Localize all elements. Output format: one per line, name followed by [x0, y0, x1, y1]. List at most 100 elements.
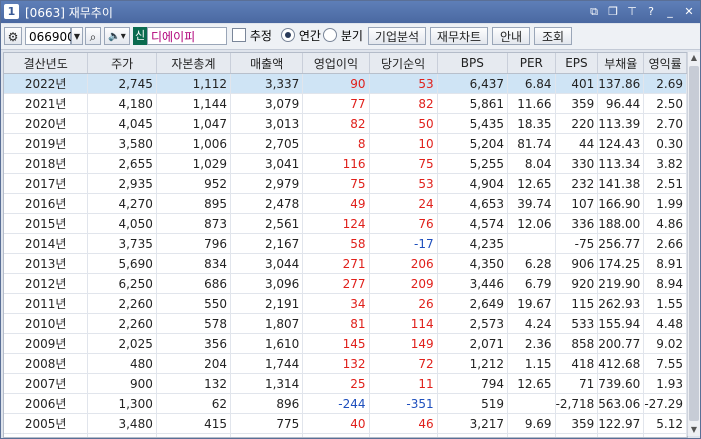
search-icon[interactable]: ⌕: [85, 27, 101, 45]
quarter-radio[interactable]: 분기: [323, 27, 363, 45]
pin-icon[interactable]: ⊤: [625, 4, 639, 19]
year-cell: 2016년: [4, 193, 89, 214]
table-cell: 900: [87, 373, 157, 394]
table-cell: 232: [555, 173, 599, 194]
vertical-scrollbar[interactable]: ▲ ▼: [687, 52, 700, 436]
column-header[interactable]: EPS: [555, 53, 599, 74]
code-dropdown-arrow-icon[interactable]: ▼: [71, 27, 83, 45]
table-cell: 11.66: [507, 93, 556, 114]
table-cell: [507, 233, 556, 254]
table-cell: 2.66: [643, 233, 687, 254]
table-cell: 174.25: [597, 253, 645, 274]
table-row[interactable]: 2017년 2,935 952 2,979 75 53 4,904 12.65 232 141.3…: [4, 173, 687, 194]
column-header[interactable]: BPS: [437, 53, 509, 74]
table-cell: 209: [369, 273, 438, 294]
annual-radio-dot[interactable]: [281, 28, 295, 42]
column-header[interactable]: 매출액: [230, 53, 304, 74]
year-cell: 2010년: [4, 313, 89, 334]
table-row[interactable]: 2022년 2,745 1,112 3,337 90 53 6,437 6.84 401 137.…: [4, 73, 687, 94]
query-button[interactable]: 조회: [534, 27, 572, 45]
table-row[interactable]: 2007년 900 132 1,314 25 11 794 12.65 71 739.60 1.93: [4, 373, 687, 394]
column-header[interactable]: 영익률: [643, 53, 687, 74]
table-row[interactable]: 2020년 4,045 1,047 3,013 82 50 5,435 18.35 220 113…: [4, 113, 687, 134]
stock-name-field: 디에이피: [147, 27, 227, 45]
close-icon[interactable]: ✕: [682, 4, 696, 19]
year-cell: 2022년: [4, 73, 89, 94]
table-row[interactable]: 2018년 2,655 1,029 3,041 116 75 5,255 8.04 330 113…: [4, 153, 687, 174]
table-cell: 3,580: [87, 133, 157, 154]
table-cell: 1,300: [87, 393, 157, 414]
annual-radio[interactable]: 연간: [281, 27, 327, 45]
sound-icon[interactable]: 🔈▾: [104, 27, 130, 45]
table-row[interactable]: 2012년 6,250 686 3,096 277 209 3,446 6.79 920 219.…: [4, 273, 687, 294]
table-cell: 262.93: [597, 293, 645, 314]
table-row[interactable]: 2013년 5,690 834 3,044 271 206 4,350 6.28 906 174.…: [4, 253, 687, 274]
year-cell: 2012년: [4, 273, 89, 294]
table-cell: 550: [156, 293, 232, 314]
table-cell: 2,025: [87, 333, 157, 354]
scroll-down-arrow-icon[interactable]: ▼: [688, 424, 700, 436]
estimate-checkbox-box[interactable]: [232, 28, 246, 42]
table-cell: 188.00: [597, 213, 645, 234]
table-row[interactable]: 2004년2,65037267177792,8863.8668682.4311.…: [4, 433, 687, 437]
table-cell: 58: [302, 233, 370, 254]
guide-button[interactable]: 안내: [492, 27, 530, 45]
scroll-up-arrow-icon[interactable]: ▲: [688, 52, 700, 64]
table-cell: 401: [555, 73, 599, 94]
company-analysis-button[interactable]: 기업분석: [368, 27, 426, 45]
stock-code-input[interactable]: 066900: [25, 27, 75, 45]
table-row[interactable]: 2006년 1,300 62 896 -244 -351 519 -2,718 563.06 -2…: [4, 393, 687, 414]
table-cell: 96.44: [597, 93, 645, 114]
minimize-icon[interactable]: _: [663, 4, 677, 19]
table-cell: 480: [87, 353, 157, 374]
table-cell: -351: [369, 393, 438, 414]
estimate-checkbox[interactable]: 추정: [232, 27, 274, 45]
link-window-icon[interactable]: ⧉: [587, 4, 601, 19]
restore-icon[interactable]: ❐: [606, 4, 620, 19]
table-cell: 1,029: [156, 153, 232, 174]
table-cell: 49: [302, 193, 370, 214]
table-row[interactable]: 2009년 2,025 356 1,610 145 149 2,071 2.36 858 200.…: [4, 333, 687, 354]
table-row[interactable]: 2021년 4,180 1,144 3,079 77 82 5,861 11.66 359 96.…: [4, 93, 687, 114]
table-cell: 75: [369, 153, 438, 174]
column-header[interactable]: 영업이익: [302, 53, 370, 74]
table-cell: 895: [156, 193, 232, 214]
table-cell: 4,653: [437, 193, 509, 214]
column-header[interactable]: 자본총계: [156, 53, 232, 74]
table-cell: 1.99: [643, 193, 687, 214]
column-header[interactable]: 결산년도: [4, 53, 89, 74]
table-cell: 5.12: [643, 413, 687, 434]
year-cell: 2014년: [4, 233, 89, 254]
table-cell: 2,935: [87, 173, 157, 194]
table-cell: 834: [156, 253, 232, 274]
table-cell: 5,861: [437, 93, 509, 114]
column-header[interactable]: PER: [507, 53, 556, 74]
column-header[interactable]: 당기순익: [369, 53, 438, 74]
financial-chart-button[interactable]: 재무차트: [430, 27, 488, 45]
table-row[interactable]: 2015년 4,050 873 2,561 124 76 4,574 12.06 336 188.…: [4, 213, 687, 234]
column-header[interactable]: 부채율: [597, 53, 645, 74]
help-icon[interactable]: ?: [644, 4, 658, 19]
table-cell: 206: [369, 253, 438, 274]
table-row[interactable]: 2016년 4,270 895 2,478 49 24 4,653 39.74 107 166.9…: [4, 193, 687, 214]
table-cell: 3.86: [507, 433, 556, 437]
column-header[interactable]: 주가: [87, 53, 157, 74]
year-cell: 2006년: [4, 393, 89, 414]
table-row[interactable]: 2011년 2,260 550 2,191 34 26 2,649 19.67 115 262.9…: [4, 293, 687, 314]
table-cell: 2,191: [230, 293, 304, 314]
table-row[interactable]: 2005년 3,480 415 775 40 46 3,217 9.69 359 122.97 5.…: [4, 413, 687, 434]
table-row[interactable]: 2008년 480 204 1,744 132 72 1,212 1.15 418 412.68 7…: [4, 353, 687, 374]
table-cell: 6,250: [87, 273, 157, 294]
scroll-thumb[interactable]: [689, 66, 699, 421]
year-cell: 2020년: [4, 113, 89, 134]
quarter-radio-dot[interactable]: [323, 28, 337, 42]
table-row[interactable]: 2014년 3,735 796 2,167 58 -17 4,235 -75 256.77 2.6…: [4, 233, 687, 254]
table-cell: 1,047: [156, 113, 232, 134]
table-cell: 1.55: [643, 293, 687, 314]
table-row[interactable]: 2010년 2,260 578 1,807 81 114 2,573 4.24 533 155.9…: [4, 313, 687, 334]
table-cell: 2,886: [437, 433, 509, 437]
table-cell: 796: [156, 233, 232, 254]
table-row[interactable]: 2019년 3,580 1,006 2,705 8 10 5,204 81.74 44 124.4…: [4, 133, 687, 154]
settings-gear-icon[interactable]: ⚙: [4, 27, 22, 45]
table-cell: 39.74: [507, 193, 556, 214]
